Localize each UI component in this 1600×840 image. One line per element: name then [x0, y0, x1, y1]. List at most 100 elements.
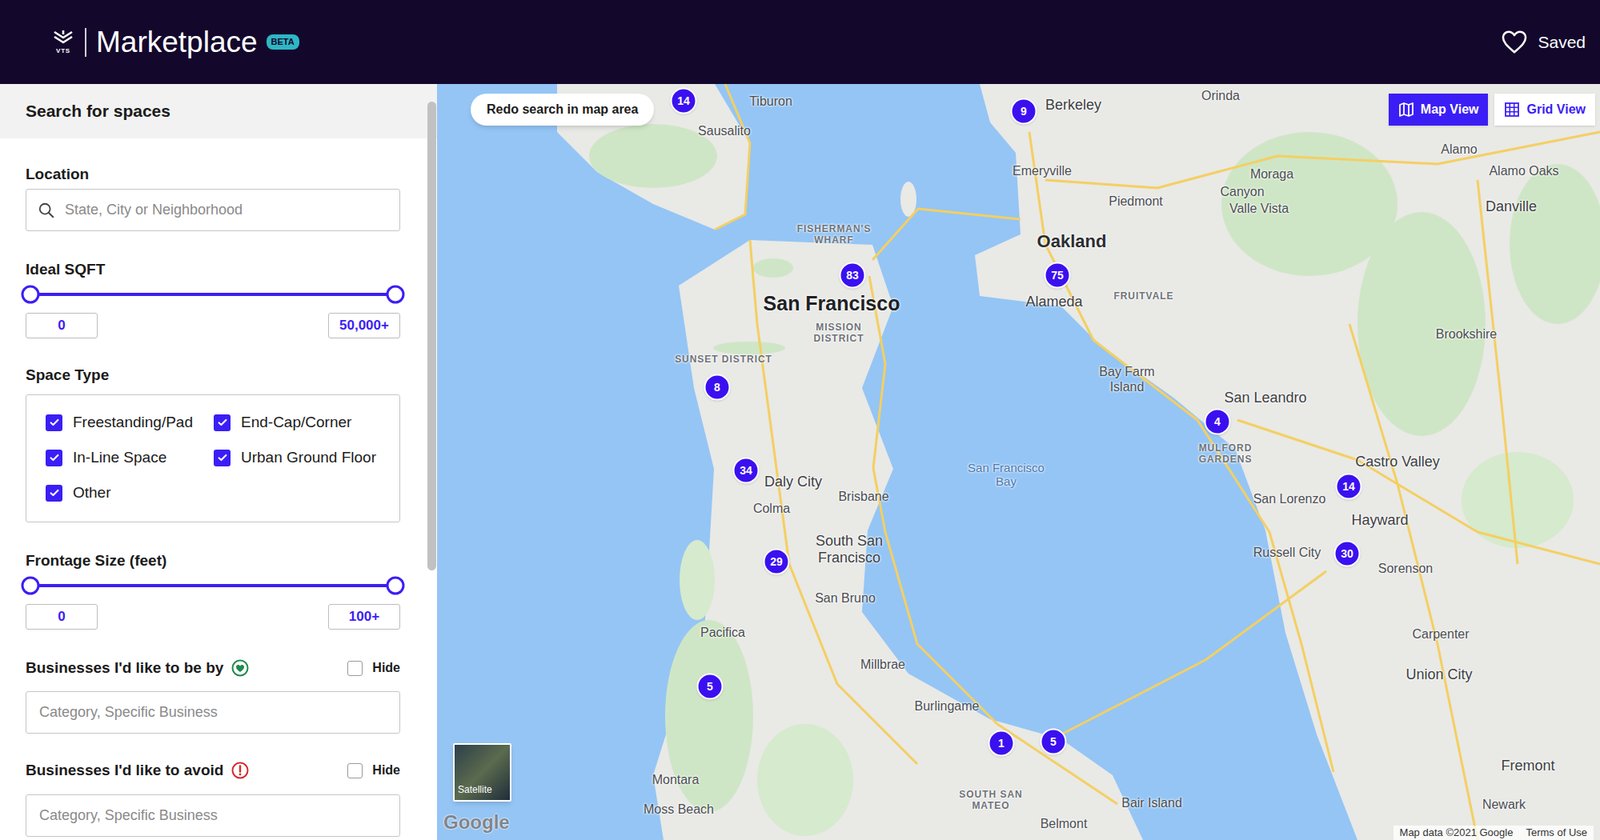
space-type-option[interactable]: Other [45, 483, 214, 503]
slider-min-handle[interactable] [21, 284, 41, 304]
avoid-input[interactable] [39, 805, 387, 827]
map-pin[interactable]: 5 [1040, 729, 1067, 756]
map-label: MISSION DISTRICT [802, 321, 875, 345]
range-max-field[interactable]: 50,000+ [328, 312, 401, 339]
map-pin[interactable]: 9 [1010, 98, 1038, 125]
range-min-field[interactable]: 0 [25, 604, 98, 630]
range-min-field[interactable]: 0 [25, 312, 98, 339]
map-label: Moss Beach [643, 802, 714, 818]
view-toggle: Map View Grid View [1388, 93, 1596, 126]
checkbox[interactable] [213, 449, 231, 467]
map-label: Sausalito [697, 123, 751, 139]
slider-min-handle[interactable] [21, 576, 41, 595]
map-label: Bay Farm Island [1086, 364, 1167, 395]
option-label: Freestanding/Pad [72, 413, 193, 433]
map-label: San Francisco [763, 292, 901, 316]
map-pin[interactable]: 75 [1044, 262, 1071, 289]
map-pin[interactable]: 8 [704, 374, 731, 402]
map-label: Piedmont [1108, 193, 1163, 209]
map-label: SUNSET DISTRICT [674, 353, 773, 365]
map-label: Canyon [1219, 184, 1264, 200]
app-title: Marketplace [96, 24, 258, 61]
map-data-credit: Map data ©2021 Google [1399, 826, 1514, 840]
map-label: South San Francisco [801, 533, 898, 567]
option-label: End-Cap/Corner [240, 413, 352, 433]
map-pin[interactable]: 5 [697, 673, 724, 701]
view-button[interactable]: Map View [1388, 93, 1489, 126]
map-label: Millbrae [860, 657, 906, 673]
space-type-option[interactable]: End-Cap/Corner [213, 413, 400, 433]
map-label: Emeryville [1012, 163, 1072, 179]
checkbox[interactable] [347, 763, 363, 779]
map-label: Danville [1485, 198, 1537, 216]
slider-max-handle[interactable] [386, 284, 406, 304]
avoid-header: Businesses I'd like to avoid Hide [25, 761, 401, 781]
saved-label: Saved [1537, 29, 1586, 56]
slider-max-handle[interactable] [386, 576, 406, 595]
map-label: Hayward [1351, 512, 1408, 530]
avoid-label: Businesses I'd like to avoid [25, 761, 224, 781]
view-button[interactable]: Grid View [1494, 93, 1596, 126]
location-field [25, 188, 401, 232]
range-max-field[interactable]: 100+ [328, 604, 401, 630]
checkbox[interactable] [213, 414, 231, 432]
map-label: Pacifica [700, 625, 746, 641]
map-label: Colma [753, 501, 790, 517]
near-input[interactable] [39, 701, 387, 724]
map-label: Valle Vista [1229, 200, 1289, 217]
map-label: Orinda [1201, 88, 1240, 104]
map-pin[interactable]: 83 [839, 262, 867, 289]
location-label: Location [25, 164, 401, 185]
view-label: Map View [1420, 100, 1480, 120]
map-pin[interactable]: 34 [733, 457, 760, 485]
saved-button[interactable]: Saved [1500, 29, 1589, 56]
brand[interactable]: VTS Marketplace BETA [51, 24, 300, 61]
map-label: Alameda [1025, 293, 1083, 311]
hide-toggle[interactable]: Hide [347, 658, 401, 678]
top-bar: VTS Marketplace BETA Saved [0, 0, 1600, 85]
logo-text: VTS [56, 47, 71, 55]
map-label: Brisbane [838, 489, 889, 505]
space-type-option[interactable]: In-Line Space [45, 448, 214, 468]
map-pin[interactable]: 1 [988, 730, 1015, 758]
map-label: Fremont [1500, 757, 1555, 775]
map-pin[interactable]: 14 [1335, 473, 1363, 501]
location-input[interactable] [64, 199, 389, 221]
frontage-label: Frontage Size (feet) [25, 551, 401, 571]
checkbox[interactable] [347, 661, 363, 677]
map-attribution: Map data ©2021 Google Terms of Use [1393, 826, 1594, 840]
map[interactable]: Tiburon Sausalito Orinda Berkeley Emeryville… [437, 84, 1600, 840]
checkbox[interactable] [45, 485, 63, 502]
map-label: San Bruno [814, 590, 876, 606]
map-pin[interactable]: 4 [1204, 409, 1232, 436]
space-type-option[interactable]: Urban Ground Floor [213, 448, 400, 468]
checkbox[interactable] [45, 414, 63, 432]
sidebar-header: Search for spaces [0, 84, 438, 139]
map-label: FRUITVALE [1113, 290, 1174, 302]
map-label: San Francisco Bay [966, 461, 1047, 489]
hide-toggle[interactable]: Hide [347, 761, 401, 781]
range-values: 0 50,000+ [25, 312, 401, 339]
map-pin[interactable]: 29 [763, 549, 790, 576]
terms-link[interactable]: Terms of Use [1525, 826, 1588, 840]
avoid-title: Businesses I'd like to avoid [25, 761, 249, 781]
scrollbar-thumb[interactable] [427, 101, 437, 571]
space-type-option[interactable]: Freestanding/Pad [45, 413, 214, 433]
map-label: Tiburon [749, 93, 793, 109]
slider-track[interactable] [30, 284, 396, 304]
satellite-toggle[interactable]: Satellite [453, 743, 512, 803]
map-pin[interactable]: 14 [670, 88, 698, 115]
search-icon [37, 201, 56, 220]
map-label: Montara [652, 772, 700, 788]
slider-track[interactable] [30, 576, 396, 595]
checkbox[interactable] [45, 449, 63, 467]
range-values: 0 100+ [25, 604, 401, 630]
avoid-field [25, 794, 401, 838]
near-title: Businesses I'd like to be by [25, 658, 249, 678]
map-icon [1398, 101, 1415, 118]
map-pin[interactable]: 30 [1334, 541, 1361, 568]
redo-search-button[interactable]: Redo search in map area [470, 93, 654, 126]
map-label: Alamo [1440, 141, 1477, 157]
map-label: Berkeley [1045, 96, 1102, 114]
heart-icon [1500, 29, 1528, 55]
